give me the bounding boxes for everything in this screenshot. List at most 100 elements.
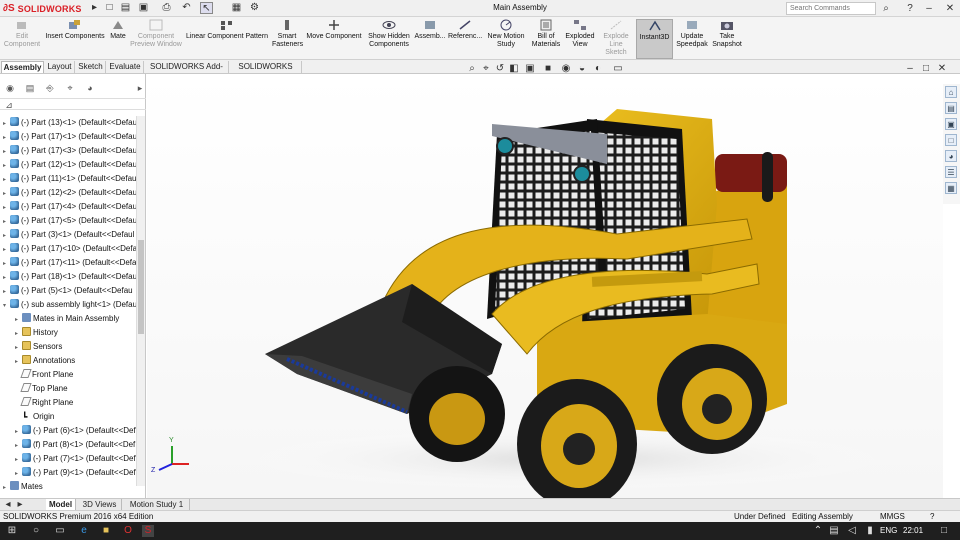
- expand-right-icon[interactable]: ▸: [15, 440, 22, 451]
- view-settings-icon[interactable]: ▭: [612, 62, 624, 75]
- tree-item[interactable]: ▸ (-) Part (12)<1> (Default<<Defau: [3, 158, 138, 171]
- section-view-icon[interactable]: ◧: [508, 62, 520, 75]
- tree-item[interactable]: ▸ (-) Part (13)<1> (Default<<Defau: [3, 116, 138, 129]
- tree-item[interactable]: Right Plane: [15, 396, 150, 409]
- search-circle-icon[interactable]: ○: [30, 525, 42, 537]
- tree-item[interactable]: ▸ (-) Part (17)<1> (Default<<Defau: [3, 130, 138, 143]
- tree-item[interactable]: ▸ (-) Part (18)<1> (Default<<Defau: [3, 270, 138, 283]
- expand-right-icon[interactable]: ▸: [3, 118, 10, 129]
- expand-right-icon[interactable]: ▸: [3, 174, 10, 185]
- exploded-view-button[interactable]: Exploded View: [564, 19, 596, 59]
- feature-manager-icon[interactable]: ◉: [4, 82, 16, 94]
- file-explorer-icon[interactable]: □: [945, 134, 957, 146]
- file-explorer-taskbar-icon[interactable]: ■: [100, 525, 112, 537]
- expand-right-icon[interactable]: ▸: [3, 482, 10, 493]
- tree-item[interactable]: Top Plane: [15, 382, 150, 395]
- tree-item[interactable]: ▸ Mates in Main Assembly: [15, 312, 150, 325]
- tree-item[interactable]: ▸ History: [15, 326, 150, 339]
- custom-properties-icon[interactable]: ☰: [945, 166, 957, 178]
- expand-right-icon[interactable]: ▸: [15, 468, 22, 479]
- tab-sketch[interactable]: Sketch: [76, 61, 106, 73]
- edge-browser-icon[interactable]: e: [78, 525, 90, 537]
- tree-item[interactable]: ▸ (-) Part (6)<1> (Default<<Def: [15, 424, 150, 437]
- viewport-close-icon[interactable]: ✕: [936, 62, 948, 75]
- update-speedpak-button[interactable]: Update Speedpak: [675, 19, 709, 59]
- apply-scene-icon[interactable]: ◐: [592, 62, 604, 75]
- tree-item[interactable]: ▸ (-) Part (7)<1> (Default<<Def: [15, 452, 150, 465]
- battery-icon[interactable]: ▮: [864, 525, 876, 537]
- tree-item[interactable]: ▸ Sensors: [15, 340, 150, 353]
- opera-icon[interactable]: O: [122, 525, 134, 537]
- tree-item[interactable]: Front Plane: [15, 368, 150, 381]
- mate-button[interactable]: Mate: [108, 19, 128, 59]
- view-orientation-icon[interactable]: ▣: [524, 62, 536, 75]
- solidworks-taskbar-icon[interactable]: S: [142, 525, 154, 537]
- search-commands-input[interactable]: [786, 2, 876, 15]
- resources-icon[interactable]: ▤: [945, 102, 957, 114]
- scrollbar-thumb[interactable]: [138, 240, 144, 334]
- expand-right-icon[interactable]: ▸: [3, 160, 10, 171]
- dimxpert-icon[interactable]: ⌖: [64, 82, 76, 94]
- viewport-minimize-icon[interactable]: –: [904, 62, 916, 75]
- tab-evaluate[interactable]: Evaluate: [107, 61, 144, 73]
- zoom-area-icon[interactable]: ⌖: [480, 62, 492, 75]
- task-view-icon[interactable]: ▭: [54, 525, 66, 537]
- unit-system[interactable]: MMGS: [880, 511, 905, 522]
- display-manager-icon[interactable]: ◕: [84, 82, 96, 94]
- tree-item[interactable]: ▸ (-) Part (5)<1> (Default<<Defau: [3, 284, 138, 297]
- explode-line-sketch-button[interactable]: Explode Line Sketch: [598, 19, 634, 59]
- search-icon[interactable]: ⌕: [880, 2, 892, 15]
- expand-right-icon[interactable]: ▸: [3, 286, 10, 297]
- expand-right-icon[interactable]: ▸: [3, 188, 10, 199]
- solidworks-forum-icon[interactable]: ▦: [945, 182, 957, 194]
- new-document-icon[interactable]: □: [103, 2, 116, 14]
- expand-right-icon[interactable]: ▸: [3, 230, 10, 241]
- expand-right-icon[interactable]: ▸: [15, 454, 22, 465]
- take-snapshot-button[interactable]: Take Snapshot: [711, 19, 743, 59]
- tree-item[interactable]: ┗ Origin: [15, 410, 150, 423]
- expand-right-icon[interactable]: ▸: [3, 132, 10, 143]
- tree-item[interactable]: ▸ (-) Part (17)<10> (Default<<Defa: [3, 242, 138, 255]
- edit-appearance-icon[interactable]: ◒: [576, 62, 588, 75]
- bill-of-materials-button[interactable]: Bill of Materials: [530, 19, 562, 59]
- language-indicator[interactable]: ENG: [880, 526, 897, 535]
- expand-right-icon[interactable]: ▸: [15, 426, 22, 437]
- expand-right-icon[interactable]: ▸: [15, 356, 22, 367]
- select-icon[interactable]: ↖: [200, 2, 213, 14]
- linear-component-pattern-button[interactable]: Linear Component Pattern: [184, 19, 270, 59]
- property-manager-icon[interactable]: ▤: [24, 82, 36, 94]
- print-icon[interactable]: ⎙: [160, 2, 173, 14]
- smart-fasteners-button[interactable]: Smart Fasteners: [272, 19, 303, 59]
- expand-right-icon[interactable]: ▸: [3, 258, 10, 269]
- hide-show-icon[interactable]: ◉: [560, 62, 572, 75]
- minimize-icon[interactable]: –: [923, 2, 935, 15]
- expand-right-icon[interactable]: ▸: [15, 328, 22, 339]
- appearances-icon[interactable]: ◕: [945, 150, 957, 162]
- expand-right-icon[interactable]: ▸: [3, 146, 10, 157]
- tree-item[interactable]: ▸ (-) Part (12)<2> (Default<<Defau: [3, 186, 138, 199]
- tab-layout[interactable]: Layout: [45, 61, 75, 73]
- save-icon[interactable]: ▣: [137, 2, 150, 14]
- tab-assembly[interactable]: Assembly: [1, 61, 44, 73]
- expand-right-icon[interactable]: ▸: [3, 272, 10, 283]
- expand-right-icon[interactable]: ▸: [15, 342, 22, 353]
- rebuild-icon[interactable]: ▦: [230, 2, 243, 14]
- close-icon[interactable]: ✕: [944, 2, 956, 15]
- new-motion-study-button[interactable]: New Motion Study: [484, 19, 528, 59]
- open-icon[interactable]: ▤: [119, 2, 132, 14]
- component-preview-window-button[interactable]: Component Preview Window: [130, 19, 182, 59]
- solidworks-logo[interactable]: ∂S SOLIDWORKS: [3, 1, 83, 16]
- help-button[interactable]: ?: [904, 2, 916, 15]
- tree-item[interactable]: ▸ (-) Part (17)<5> (Default<<Defau: [3, 214, 138, 227]
- viewport-restore-icon[interactable]: □: [920, 62, 932, 75]
- status-help-button[interactable]: ?: [930, 511, 934, 522]
- show-hidden-components-button[interactable]: Show Hidden Components: [366, 19, 412, 59]
- tree-item[interactable]: ▸ Mates: [3, 480, 138, 493]
- display-style-icon[interactable]: ■: [542, 62, 554, 75]
- design-library-icon[interactable]: ▣: [945, 118, 957, 130]
- reference-geometry-button[interactable]: Referenc...: [448, 19, 482, 59]
- edit-component-button[interactable]: Edit Component: [2, 19, 42, 59]
- move-component-button[interactable]: Move Component: [304, 19, 364, 59]
- tree-item[interactable]: ▸ (-) Part (17)<3> (Default<<Defau: [3, 144, 138, 157]
- tree-item[interactable]: ▾ (-) sub assembly light<1> (Defaul: [3, 298, 138, 311]
